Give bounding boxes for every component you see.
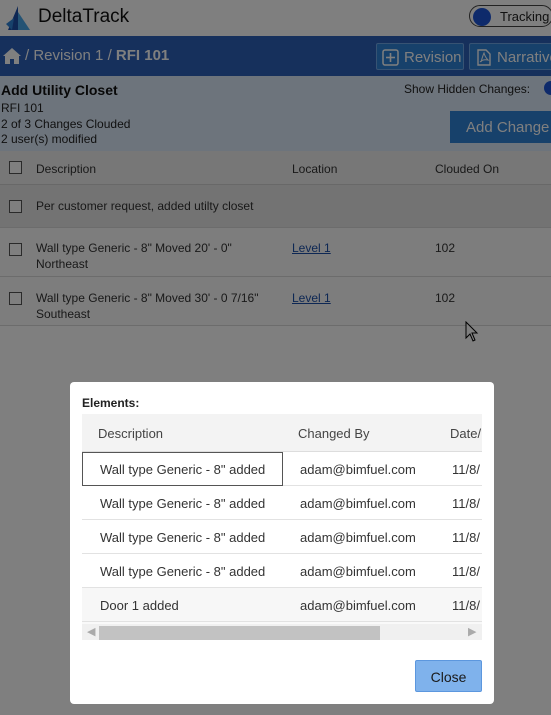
close-button[interactable]: Close	[415, 660, 482, 692]
element-description: Wall type Generic - 8" added	[100, 462, 266, 477]
element-date: 11/8/	[452, 598, 480, 613]
table-row[interactable]: Wall type Generic - 8" added adam@bimfue…	[82, 452, 482, 486]
element-description: Wall type Generic - 8" added	[100, 530, 266, 545]
elements-table: Description Changed By Date/ Wall type G…	[82, 414, 482, 624]
horizontal-scrollbar[interactable]: ◀ ▶	[82, 624, 482, 640]
element-date: 11/8/	[452, 496, 480, 511]
column-header-changed-by[interactable]: Changed By	[298, 426, 370, 441]
elements-dialog: Elements: Description Changed By Date/ W…	[70, 382, 494, 704]
element-changed-by: adam@bimfuel.com	[300, 462, 416, 477]
element-date: 11/8/	[452, 462, 480, 477]
element-changed-by: adam@bimfuel.com	[300, 598, 416, 613]
element-changed-by: adam@bimfuel.com	[300, 564, 416, 579]
scrollbar-thumb[interactable]	[99, 626, 380, 640]
element-date: 11/8/	[452, 530, 480, 545]
element-description: Wall type Generic - 8" added	[100, 496, 266, 511]
column-header-date[interactable]: Date/	[450, 426, 481, 441]
table-row[interactable]: Wall type Generic - 8" added adam@bimfue…	[82, 520, 482, 554]
table-row[interactable]: Wall type Generic - 8" added adam@bimfue…	[82, 554, 482, 588]
scroll-left-arrow-icon[interactable]: ◀	[87, 625, 95, 638]
scroll-right-arrow-icon[interactable]: ▶	[468, 625, 476, 638]
column-header-description[interactable]: Description	[98, 426, 163, 441]
table-row[interactable]: Wall type Generic - 8" added adam@bimfue…	[82, 486, 482, 520]
table-row[interactable]: Door 1 added adam@bimfuel.com 11/8/	[82, 588, 482, 622]
dialog-title: Elements:	[82, 396, 140, 410]
element-changed-by: adam@bimfuel.com	[300, 496, 416, 511]
element-description: Door 1 added	[100, 598, 179, 613]
element-description: Wall type Generic - 8" added	[100, 564, 266, 579]
element-changed-by: adam@bimfuel.com	[300, 530, 416, 545]
elements-table-header: Description Changed By Date/	[82, 414, 482, 452]
element-date: 11/8/	[452, 564, 480, 579]
